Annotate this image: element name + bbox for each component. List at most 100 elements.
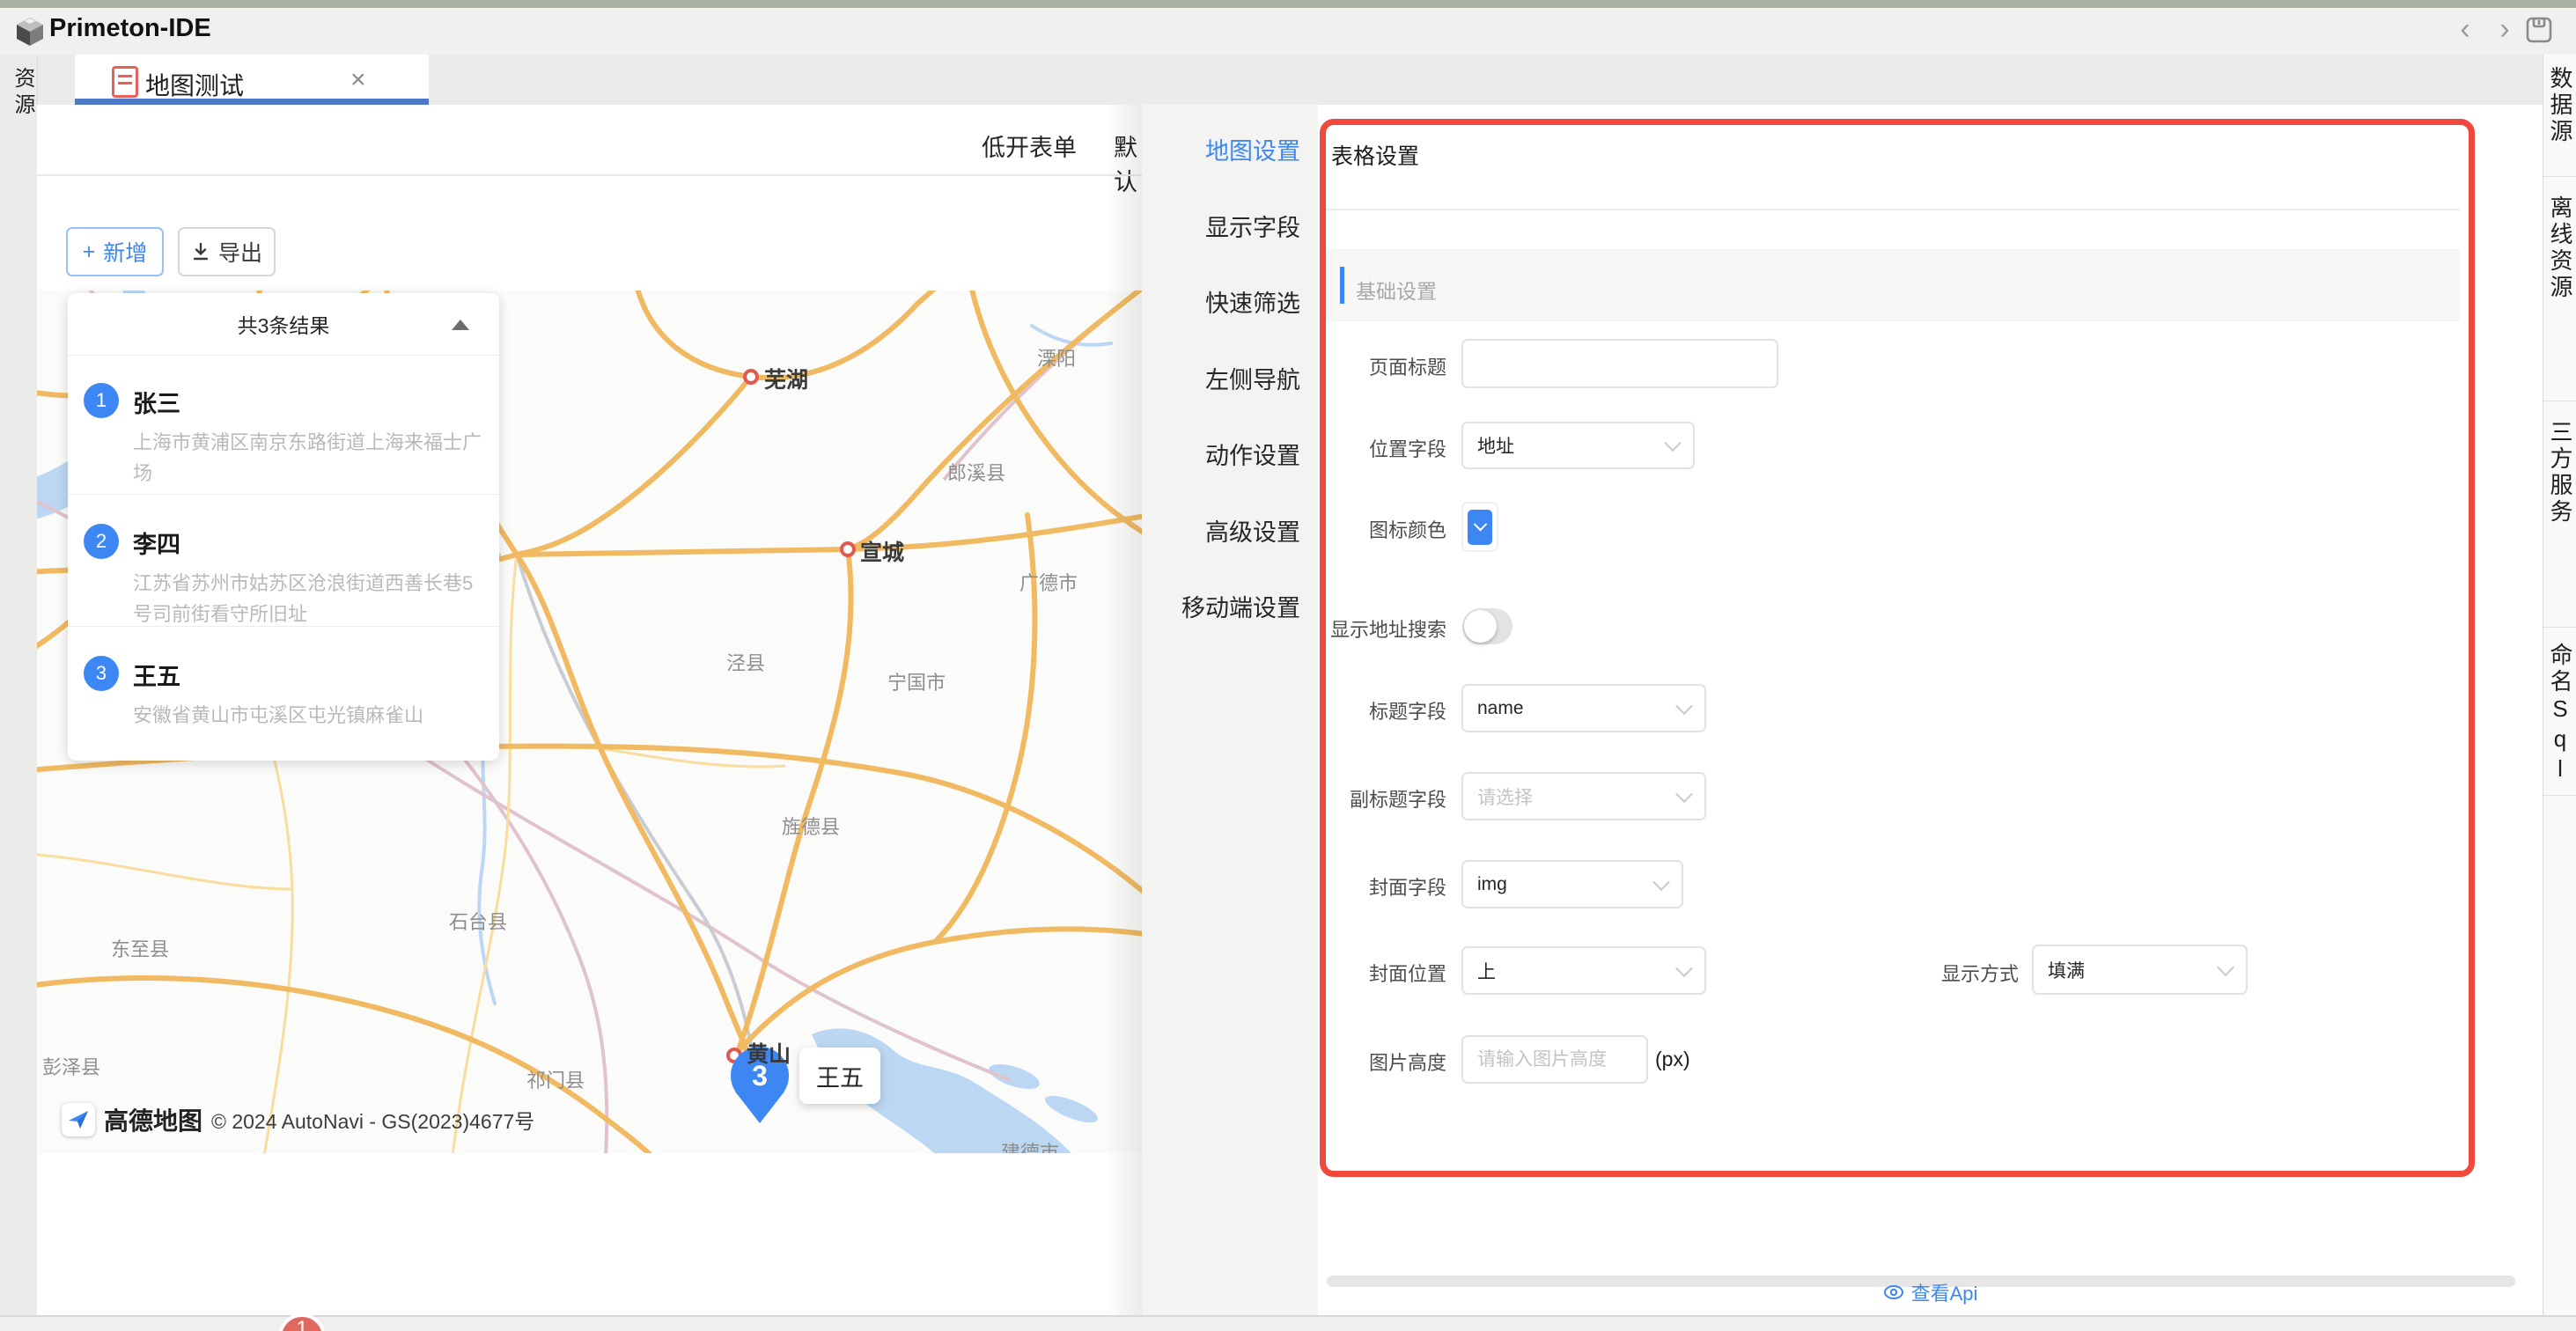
result-name[interactable]: 王五 (133, 658, 180, 692)
nav-forward-button[interactable]: › (2491, 18, 2518, 44)
rail-item-third-party-services[interactable]: 三方服务 (2544, 420, 2574, 530)
menu-item-quick-filter[interactable]: 快速筛选 (1146, 284, 1300, 319)
marker-tooltip[interactable]: 王五 (799, 1048, 880, 1104)
result-index-badge: 3 (84, 656, 119, 691)
menu-item-mobile-settings[interactable]: 移动端设置 (1146, 589, 1300, 623)
view-api-link[interactable]: 查看Api (1318, 1278, 2543, 1306)
export-button[interactable]: 导出 (178, 227, 276, 276)
menu-item-advanced-settings[interactable]: 高级设置 (1146, 513, 1300, 548)
map-copyright: © 2024 AutoNavi - GS(2023)4677号 (211, 1105, 534, 1135)
result-index-badge: 2 (84, 524, 119, 559)
rail-item-named-sql[interactable]: 命名Sql (2544, 643, 2574, 790)
map-rail-gray (517, 555, 757, 1100)
chevron-down-icon (1675, 697, 1693, 715)
result-name[interactable]: 李四 (133, 526, 180, 560)
save-icon[interactable] (2525, 16, 2553, 44)
app-logo-icon (14, 16, 46, 48)
section-title: 基础设置 (1356, 275, 1437, 305)
document-icon (112, 66, 138, 98)
canvas-header-divider (37, 174, 1142, 176)
panel-title: 表格设置 (1331, 139, 1419, 171)
add-button[interactable]: + 新增 (66, 227, 164, 276)
chevron-down-icon (1652, 873, 1670, 891)
primeton-ide-window: Primeton-IDE ‹ › 资源 地图测试 × 数据源 离线资源 三方服务… (0, 0, 2576, 1331)
field-label-address-search: 显示地址搜索 (1306, 614, 1446, 643)
location-field-select[interactable]: 地址 (1461, 422, 1695, 469)
result-address: 江苏省苏州市姑苏区沧浪街道西善长巷5号司前街看守所旧址 (133, 568, 487, 629)
subtitle-field-select[interactable]: 请选择 (1461, 772, 1706, 820)
rail-item-datasource[interactable]: 数据源 (2544, 66, 2574, 150)
field-label-icon-color: 图标颜色 (1306, 515, 1446, 543)
tab-close-icon[interactable]: × (350, 65, 366, 95)
results-summary[interactable]: 共3条结果 (68, 293, 499, 356)
rail-separator (2543, 795, 2576, 796)
map-city-label: 宣城 (860, 535, 904, 567)
map-brand: 高德地图 (104, 1102, 202, 1137)
left-rail: 资源 (0, 55, 38, 1331)
map-label: 旌德县 (782, 812, 840, 840)
field-label-display-mode: 显示方式 (1878, 959, 2019, 987)
cover-position-select[interactable]: 上 (1461, 946, 1706, 995)
design-canvas: 低开表单 默认 + 新增 导出 (37, 105, 1142, 1315)
section-bar (1326, 249, 2460, 321)
color-swatch (1468, 510, 1492, 545)
address-search-toggle[interactable] (1462, 608, 1512, 644)
map-label: 郎溪县 (947, 458, 1005, 486)
tab-active-underline (75, 99, 429, 105)
map-attribution: 高德地图 © 2024 AutoNavi - GS(2023)4677号 (62, 1102, 534, 1137)
app-title: Primeton-IDE (49, 14, 211, 43)
map-label: 溧阳 (1037, 343, 1076, 371)
icon-color-picker[interactable] (1461, 502, 1498, 552)
map-city-label: 芜湖 (764, 363, 808, 394)
map-label: 石台县 (449, 907, 507, 935)
rail-item-offline-resources[interactable]: 离线资源 (2544, 195, 2574, 305)
canvas-tab-lowcode-form[interactable]: 低开表单 (982, 129, 1077, 163)
collapse-triangle-icon[interactable] (452, 320, 469, 330)
page-title-input[interactable] (1461, 339, 1778, 388)
map-city-label: 黄山 (747, 1037, 791, 1069)
rail-separator (2543, 627, 2576, 628)
display-mode-select[interactable]: 填满 (2032, 945, 2248, 995)
window-titlebar (0, 8, 2576, 55)
map-label: 泾县 (726, 648, 765, 676)
chevron-down-icon (2217, 959, 2234, 976)
map-label: 彭泽县 (42, 1052, 100, 1080)
cover-field-select[interactable]: img (1461, 860, 1683, 908)
tab-label: 地图测试 (145, 67, 244, 102)
nav-back-button[interactable]: ‹ (2452, 18, 2478, 44)
image-height-unit: (px) (1655, 1048, 1690, 1071)
results-card: 共3条结果 1 张三 上海市黄浦区南京东路街道上海来福士广场 2 李四 江苏省苏… (68, 293, 499, 761)
map-label: 东至县 (111, 934, 169, 962)
map-label: 广德市 (1019, 568, 1078, 596)
result-address: 上海市黄浦区南京东路街道上海来福士广场 (133, 427, 487, 489)
chevron-down-icon (1664, 434, 1682, 452)
field-label-cover-position: 封面位置 (1306, 959, 1446, 987)
image-height-input[interactable] (1461, 1035, 1648, 1084)
toggle-knob (1464, 610, 1497, 643)
menu-item-left-nav[interactable]: 左侧导航 (1146, 361, 1300, 395)
panel-divider (1326, 209, 2460, 210)
map-label: 祁门县 (526, 1065, 585, 1093)
bottom-strip (0, 1315, 2576, 1331)
field-label-image-height: 图片高度 (1306, 1048, 1446, 1076)
map-label: 宁国市 (887, 667, 946, 695)
title-field-select[interactable]: name (1461, 684, 1706, 732)
field-label-title-field: 标题字段 (1306, 696, 1446, 724)
result-index-badge: 1 (84, 383, 119, 418)
result-address: 安徽省黄山市屯溪区屯光镇麻雀山 (133, 700, 487, 731)
sidebar-item-resources[interactable]: 资源 (7, 67, 38, 120)
field-label-subtitle-field: 副标题字段 (1306, 784, 1446, 813)
result-name[interactable]: 张三 (133, 385, 180, 419)
field-label-cover-field: 封面字段 (1306, 872, 1446, 901)
canvas-tab-default[interactable]: 默认 (1114, 129, 1142, 197)
chevron-down-icon (1675, 785, 1693, 803)
section-accent-bar (1340, 267, 1344, 304)
menu-item-map-settings[interactable]: 地图设置 (1146, 132, 1300, 166)
chevron-down-icon (1675, 960, 1693, 977)
menu-item-display-fields[interactable]: 显示字段 (1146, 209, 1300, 243)
map-label: 建德市 (1001, 1137, 1059, 1153)
menu-item-action-settings[interactable]: 动作设置 (1146, 437, 1300, 471)
rail-separator (2543, 176, 2576, 177)
plus-icon: + (83, 239, 96, 265)
amap-logo-icon (62, 1103, 95, 1136)
